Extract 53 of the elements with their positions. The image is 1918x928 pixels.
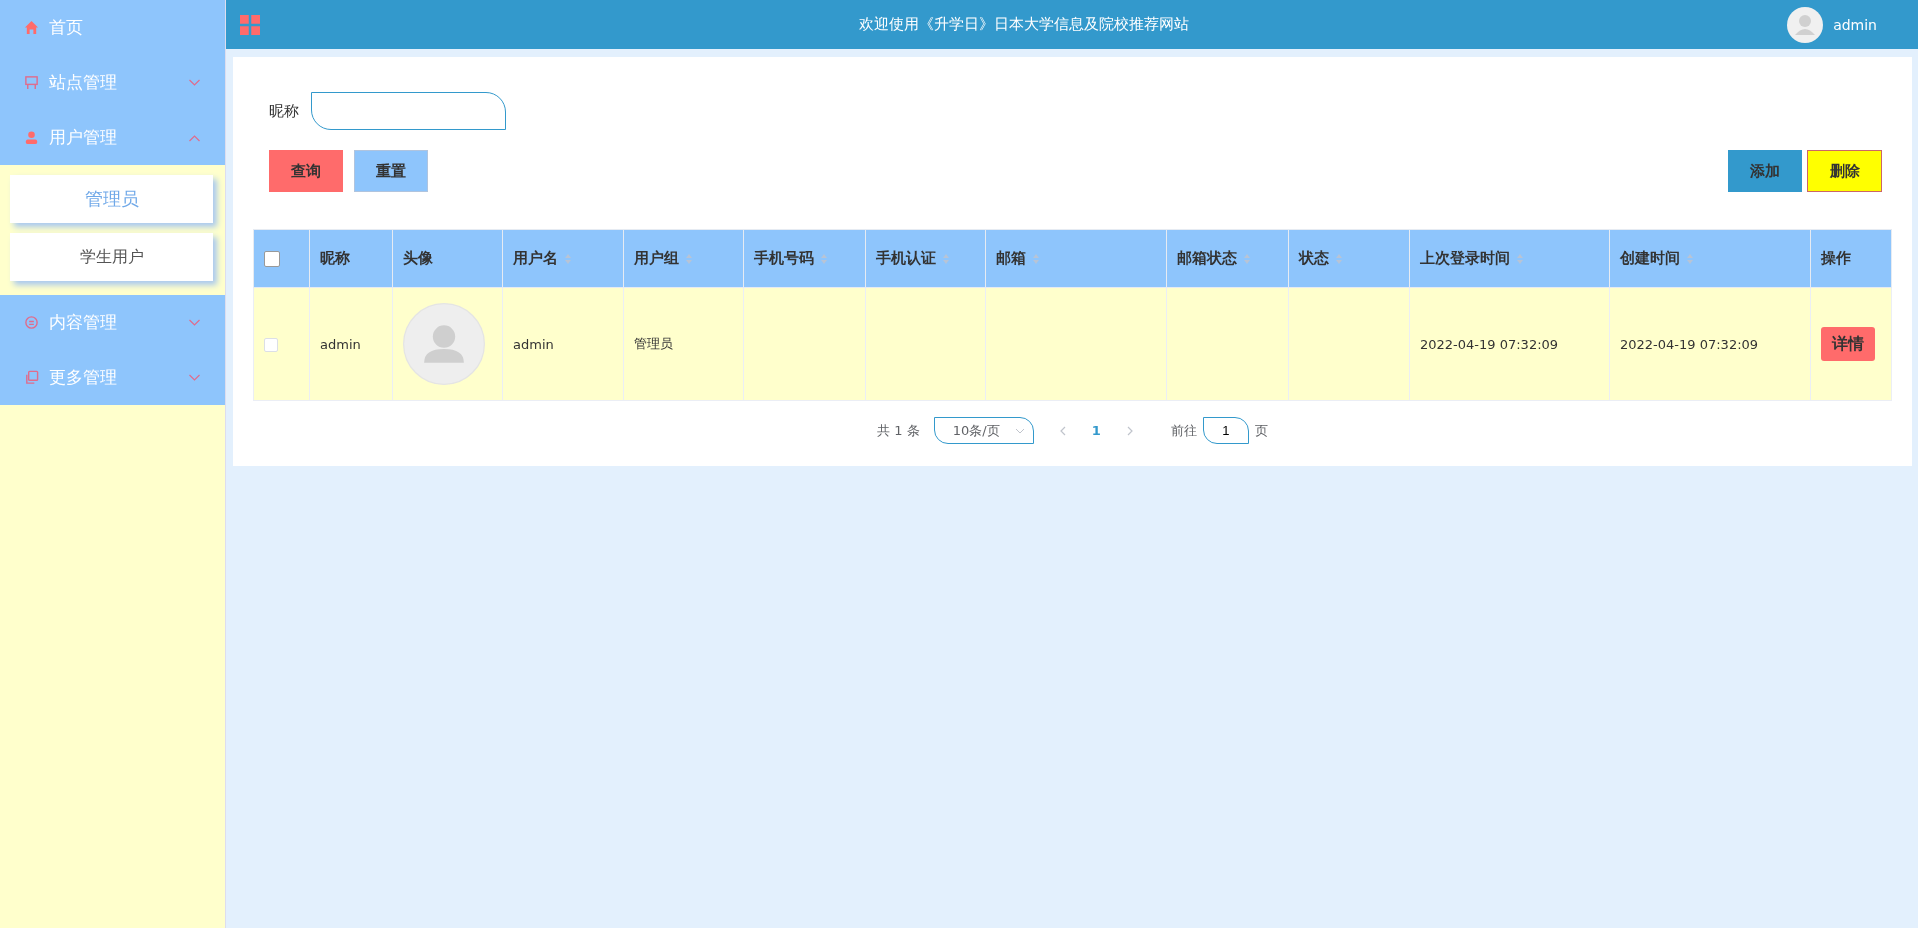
chevron-down-icon — [1014, 427, 1025, 434]
goto-label: 前往 — [1170, 421, 1197, 440]
sort-icon[interactable] — [820, 252, 828, 265]
column-header[interactable]: 邮箱状态 — [1166, 229, 1289, 288]
avatar-icon — [403, 303, 485, 385]
sort-icon[interactable] — [942, 252, 950, 265]
avatar-icon[interactable] — [1787, 6, 1824, 43]
user-icon — [24, 130, 39, 145]
sort-icon[interactable] — [1516, 252, 1524, 265]
board-icon — [24, 75, 39, 90]
column-header[interactable]: 昵称 — [309, 229, 393, 288]
page-suffix: 页 — [1254, 421, 1268, 440]
table-cell: admin — [320, 336, 361, 352]
sort-icon[interactable] — [1686, 252, 1694, 265]
query-button[interactable]: 查询 — [269, 150, 343, 192]
table-cell: admin — [513, 336, 554, 352]
home-icon — [24, 20, 39, 35]
chat-icon — [24, 315, 39, 330]
submenu-item[interactable]: 学生用户 — [10, 233, 213, 281]
grid-menu-icon[interactable] — [240, 14, 260, 35]
select-all-checkbox[interactable] — [264, 251, 280, 267]
page-size-select[interactable]: 10条/页 — [933, 417, 1034, 444]
nickname-field[interactable] — [311, 92, 506, 130]
column-header[interactable]: 邮箱 — [985, 229, 1167, 288]
add-button[interactable]: 添加 — [1728, 150, 1802, 192]
next-page-icon[interactable] — [1126, 425, 1133, 436]
sort-icon[interactable] — [685, 252, 693, 265]
column-header[interactable]: 手机号码 — [743, 229, 866, 288]
sort-icon[interactable] — [564, 252, 572, 265]
sort-icon[interactable] — [1243, 252, 1251, 265]
sort-icon[interactable] — [1335, 252, 1343, 265]
goto-page-field[interactable]: 1 — [1202, 417, 1249, 444]
total-count: 共 1 条 — [877, 421, 920, 440]
row-checkbox[interactable] — [264, 337, 278, 352]
reset-button[interactable]: 重置 — [354, 150, 428, 192]
nickname-label: 昵称 — [269, 101, 299, 121]
detail-button[interactable]: 详情 — [1821, 327, 1875, 361]
column-header[interactable]: 手机认证 — [865, 229, 986, 288]
copy-icon — [24, 370, 39, 385]
column-header[interactable]: 操作 — [1810, 229, 1892, 288]
delete-button[interactable]: 删除 — [1807, 150, 1882, 192]
column-header[interactable]: 用户名 — [502, 229, 624, 288]
prev-page-icon[interactable] — [1059, 425, 1066, 436]
site-title: 欢迎使用《升学日》日本大学信息及院校推荐网站 — [857, 15, 1190, 34]
column-header[interactable]: 头像 — [392, 229, 503, 288]
sort-icon[interactable] — [1032, 252, 1040, 265]
column-header[interactable]: 用户组 — [623, 229, 744, 288]
table-cell: 2022-04-19 07:32:09 — [1420, 336, 1559, 352]
column-header[interactable]: 状态 — [1288, 229, 1410, 288]
table-cell: 2022-04-19 07:32:09 — [1620, 336, 1759, 352]
column-header[interactable]: 创建时间 — [1609, 229, 1811, 288]
table-cell: 管理员 — [634, 336, 673, 351]
column-header[interactable]: 上次登录时间 — [1409, 229, 1610, 288]
